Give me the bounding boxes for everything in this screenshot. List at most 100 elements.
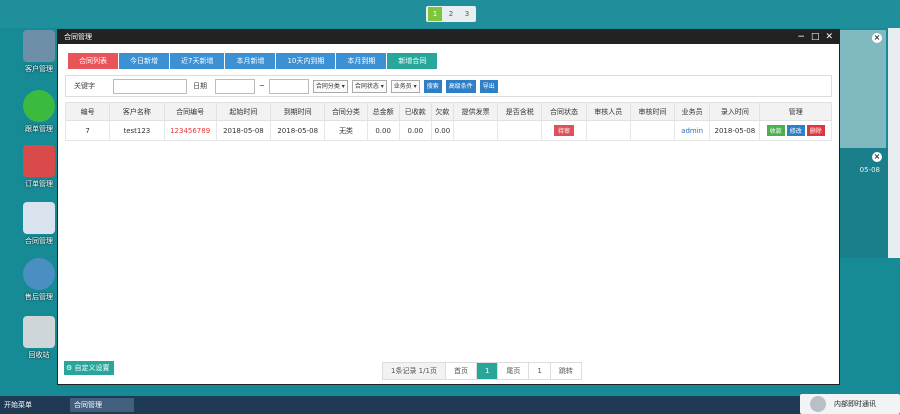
cell-status: 待审 [541,120,587,141]
tab-add-contract[interactable]: 新增合同 [387,53,439,69]
search-button[interactable]: 搜索 [423,79,442,93]
desktop-icon-label: 售后管理 [25,293,53,301]
keyword-label: 关键字 [74,82,95,90]
date-end-input[interactable] [268,78,309,94]
cell-contract-no[interactable]: 123456789 [163,120,217,141]
header-tax[interactable]: 是否含税 [497,102,543,121]
header-reviewer[interactable]: 审核人员 [585,102,631,121]
desktop-icon-label: 订单管理 [25,180,53,188]
header-owed[interactable]: 欠款 [430,102,454,121]
chart-icon [23,145,55,177]
custom-settings-label: 自定义设置 [74,364,110,372]
header-received[interactable]: 已收款 [398,102,432,121]
current-page[interactable]: 1 [476,363,499,379]
chat-label: 内部即时通讯 [834,400,876,408]
cell-salesman: admin [674,120,711,141]
status-badge[interactable]: 待审 [554,125,575,136]
chat-icon [23,90,55,122]
collect-button[interactable]: 收款 [766,125,785,136]
start-menu-button[interactable]: 开始菜单 [4,400,32,410]
desktop-icon-contract[interactable]: 合同管理 [18,202,60,246]
cell-category: 无类 [324,120,368,141]
close-icon[interactable]: × [872,152,882,162]
taskbar-item-contract[interactable]: 合同管理 [70,398,134,412]
taskbar: 开始菜单 合同管理 [0,396,900,414]
advanced-search-button[interactable]: 高级条件 [445,79,476,93]
range-separator: ~ [259,82,265,90]
desktop-icon-label: 客户管理 [25,65,53,73]
side-panel [888,28,900,258]
salesman-select[interactable]: 业务员 ▾ [390,79,420,93]
cell-customer[interactable]: test123 [109,120,165,141]
cell-received: 0.00 [398,120,432,141]
window-title: 合同管理 [64,33,92,41]
cell-owed: 0.00 [430,120,454,141]
header-total[interactable]: 总金额 [366,102,400,121]
desktop-page-3[interactable]: 3 [460,7,474,21]
delete-button[interactable]: 删除 [806,125,825,136]
jump-button[interactable]: 跳转 [551,363,581,379]
tab-expiring-10-days[interactable]: 10天内到期 [276,53,337,69]
cell-review-time [629,120,676,141]
cell-id: 7 [64,120,111,141]
contract-window: 合同管理 − □ ✕ 合同列表 今日新增 近7天新增 本月新增 10天内到期 本… [57,29,840,385]
header-entry-time[interactable]: 录入时间 [709,102,761,121]
cell-invoice [452,120,499,141]
close-icon[interactable]: × [872,33,882,43]
cell-actions: 收款 修改 删除 [759,120,832,141]
last-page-link[interactable]: 尾页 [498,363,530,379]
header-review-time[interactable]: 审核时间 [629,102,676,121]
desktop-icon-aftersales[interactable]: 售后管理 [18,258,60,302]
tab-expiring-this-month[interactable]: 本月到期 [336,53,388,69]
first-page-link[interactable]: 首页 [446,363,477,379]
custom-settings-button[interactable]: ⚙ 自定义设置 [64,361,114,375]
cell-end: 2018-05-08 [270,120,326,141]
header-start[interactable]: 起始时间 [215,102,272,121]
tab-contract-list[interactable]: 合同列表 [68,53,119,69]
jump-page-input[interactable]: 1 [529,363,551,379]
instant-messaging-button[interactable]: 内部即时通讯 [800,394,900,414]
headset-icon [23,258,55,290]
tab-last-7-days[interactable]: 近7天新增 [170,53,226,69]
background-window-2: 05-08 [840,148,888,258]
header-customer[interactable]: 客户名称 [109,102,165,121]
desktop-page-1[interactable]: 1 [428,7,442,21]
header-end[interactable]: 到期时间 [270,102,326,121]
desktop-icon-customer[interactable]: 客户管理 [18,30,60,74]
avatar-icon [810,396,826,412]
desktop-pager: 1 2 3 [426,6,476,22]
header-id[interactable]: 编号 [64,102,111,121]
status-select[interactable]: 合同状态 ▾ [351,79,387,93]
desktop-icon-label: 合同管理 [25,237,53,245]
desktop-icon-order[interactable]: 订单管理 [18,145,60,189]
export-button[interactable]: 导出 [479,79,498,93]
date-start-input[interactable] [215,78,255,94]
maximize-icon[interactable]: □ [811,32,820,42]
desktop-page-2[interactable]: 2 [444,7,458,21]
header-contract-no[interactable]: 合同编号 [163,102,217,121]
edit-button[interactable]: 修改 [786,125,805,136]
cell-entry-time: 2018-05-08 [709,120,761,141]
table-row[interactable]: 7 test123 123456789 2018-05-08 2018-05-0… [64,120,832,141]
document-icon [23,202,55,234]
close-icon[interactable]: ✕ [825,32,833,42]
header-invoice[interactable]: 提供发票 [452,102,499,121]
header-salesman[interactable]: 业务员 [674,102,711,121]
cell-reviewer [585,120,631,141]
tab-today[interactable]: 今日新增 [119,53,170,69]
category-select[interactable]: 合同分类 ▾ [312,79,348,93]
window-titlebar[interactable]: 合同管理 − □ ✕ [58,30,839,44]
desktop-icon-label: 回收站 [28,351,50,359]
cell-start: 2018-05-08 [215,120,272,141]
desktop-icon-followup[interactable]: 跟单管理 [18,90,60,134]
tab-this-month[interactable]: 本月新增 [225,53,277,69]
cell-tax [497,120,543,141]
keyword-input[interactable] [113,78,187,94]
header-status[interactable]: 合同状态 [541,102,587,121]
table-header-row: 编号 客户名称 合同编号 起始时间 到期时间 合同分类 总金额 已收款 欠款 提… [64,102,832,121]
minimize-icon[interactable]: − [797,32,805,42]
header-category[interactable]: 合同分类 [324,102,368,121]
background-date: 05-08 [859,166,880,174]
header-manage: 管理 [759,102,832,121]
desktop-icon-recycle[interactable]: 回收站 [18,316,60,360]
